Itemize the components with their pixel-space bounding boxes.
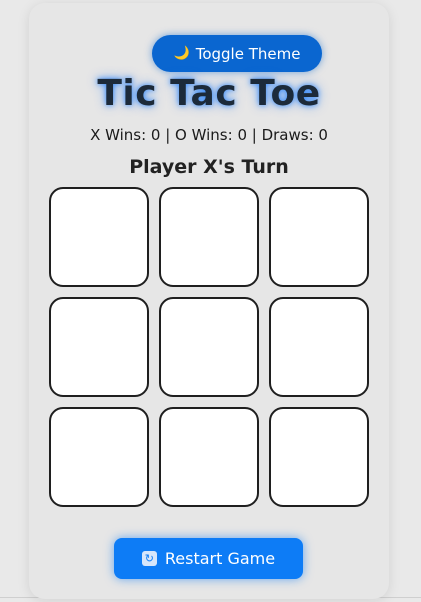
scoreboard: X Wins: 0 | O Wins: 0 | Draws: 0 [90,126,328,144]
turn-status: Player X's Turn [129,156,289,178]
restart-game-label: Restart Game [164,549,276,568]
game-title: Tic Tac Toe [97,73,321,114]
moon-icon: 🌙 [173,46,190,61]
restart-game-button[interactable]: ↻ Restart Game [114,538,303,579]
game-board [49,187,369,507]
board-cell-5[interactable] [159,297,259,397]
board-cell-1[interactable] [49,187,149,287]
refresh-icon: ↻ [141,551,157,566]
board-cell-3[interactable] [269,187,369,287]
board-cell-4[interactable] [49,297,149,397]
board-cell-2[interactable] [159,187,259,287]
game-card: 🌙 Toggle Theme Tic Tac Toe X Wins: 0 | O… [29,3,389,599]
toggle-theme-button[interactable]: 🌙 Toggle Theme [152,35,322,72]
board-cell-7[interactable] [49,407,149,507]
board-cell-6[interactable] [269,297,369,397]
board-cell-8[interactable] [159,407,259,507]
toggle-theme-label: Toggle Theme [195,44,301,63]
board-cell-9[interactable] [269,407,369,507]
